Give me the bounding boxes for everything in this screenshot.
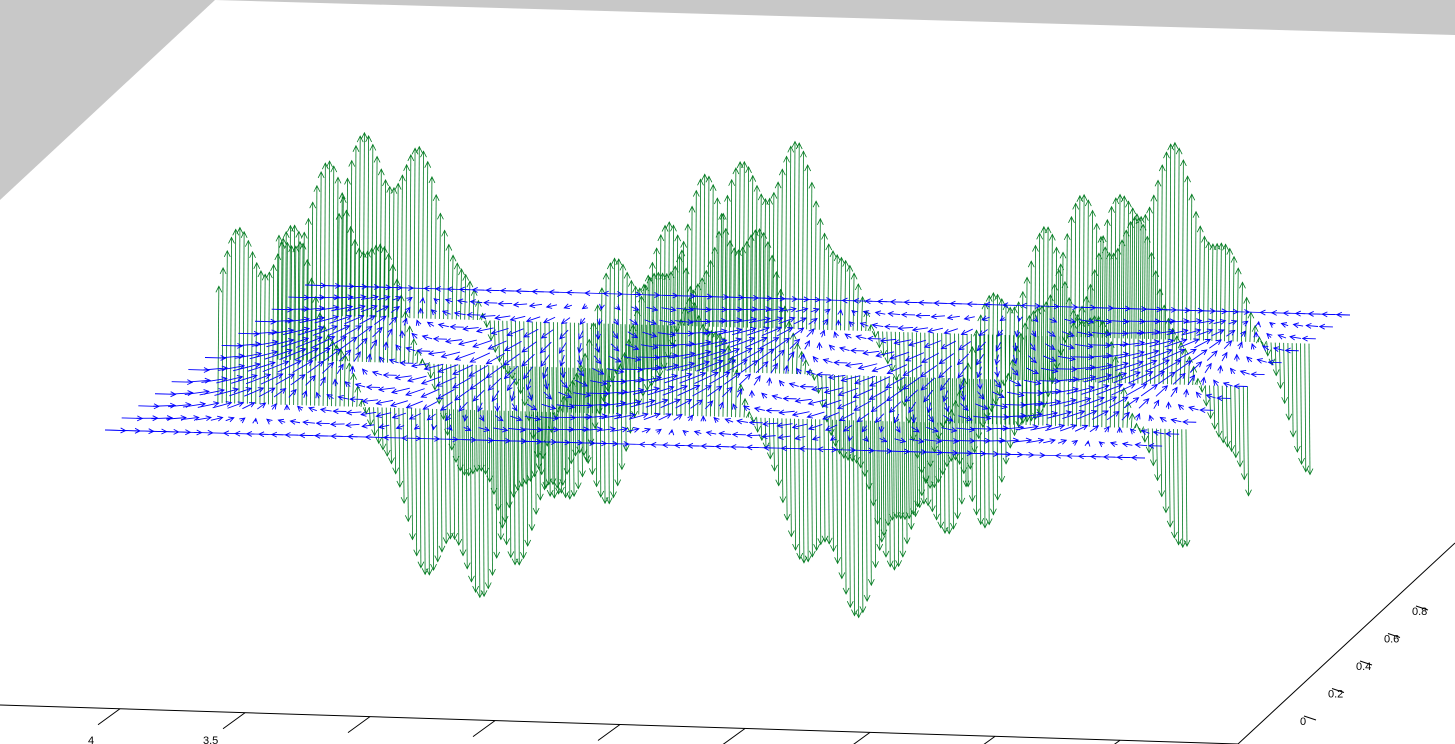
figure-window: 0 0.2 0.4 0.6 0.8 4 3.5 (0, 0, 1455, 744)
y-tick-label: 0 (1300, 716, 1306, 728)
y-tick-label: 0.6 (1384, 634, 1399, 646)
quiver-3d-chart[interactable]: 0 0.2 0.4 0.6 0.8 4 3.5 (0, 0, 1455, 744)
x-tick-label: 3.5 (203, 735, 218, 744)
x-tick-label: 4 (88, 735, 94, 744)
y-tick-label: 0.4 (1356, 661, 1371, 673)
y-tick-label: 0.2 (1328, 689, 1343, 701)
y-tick-label: 0.8 (1412, 606, 1427, 618)
